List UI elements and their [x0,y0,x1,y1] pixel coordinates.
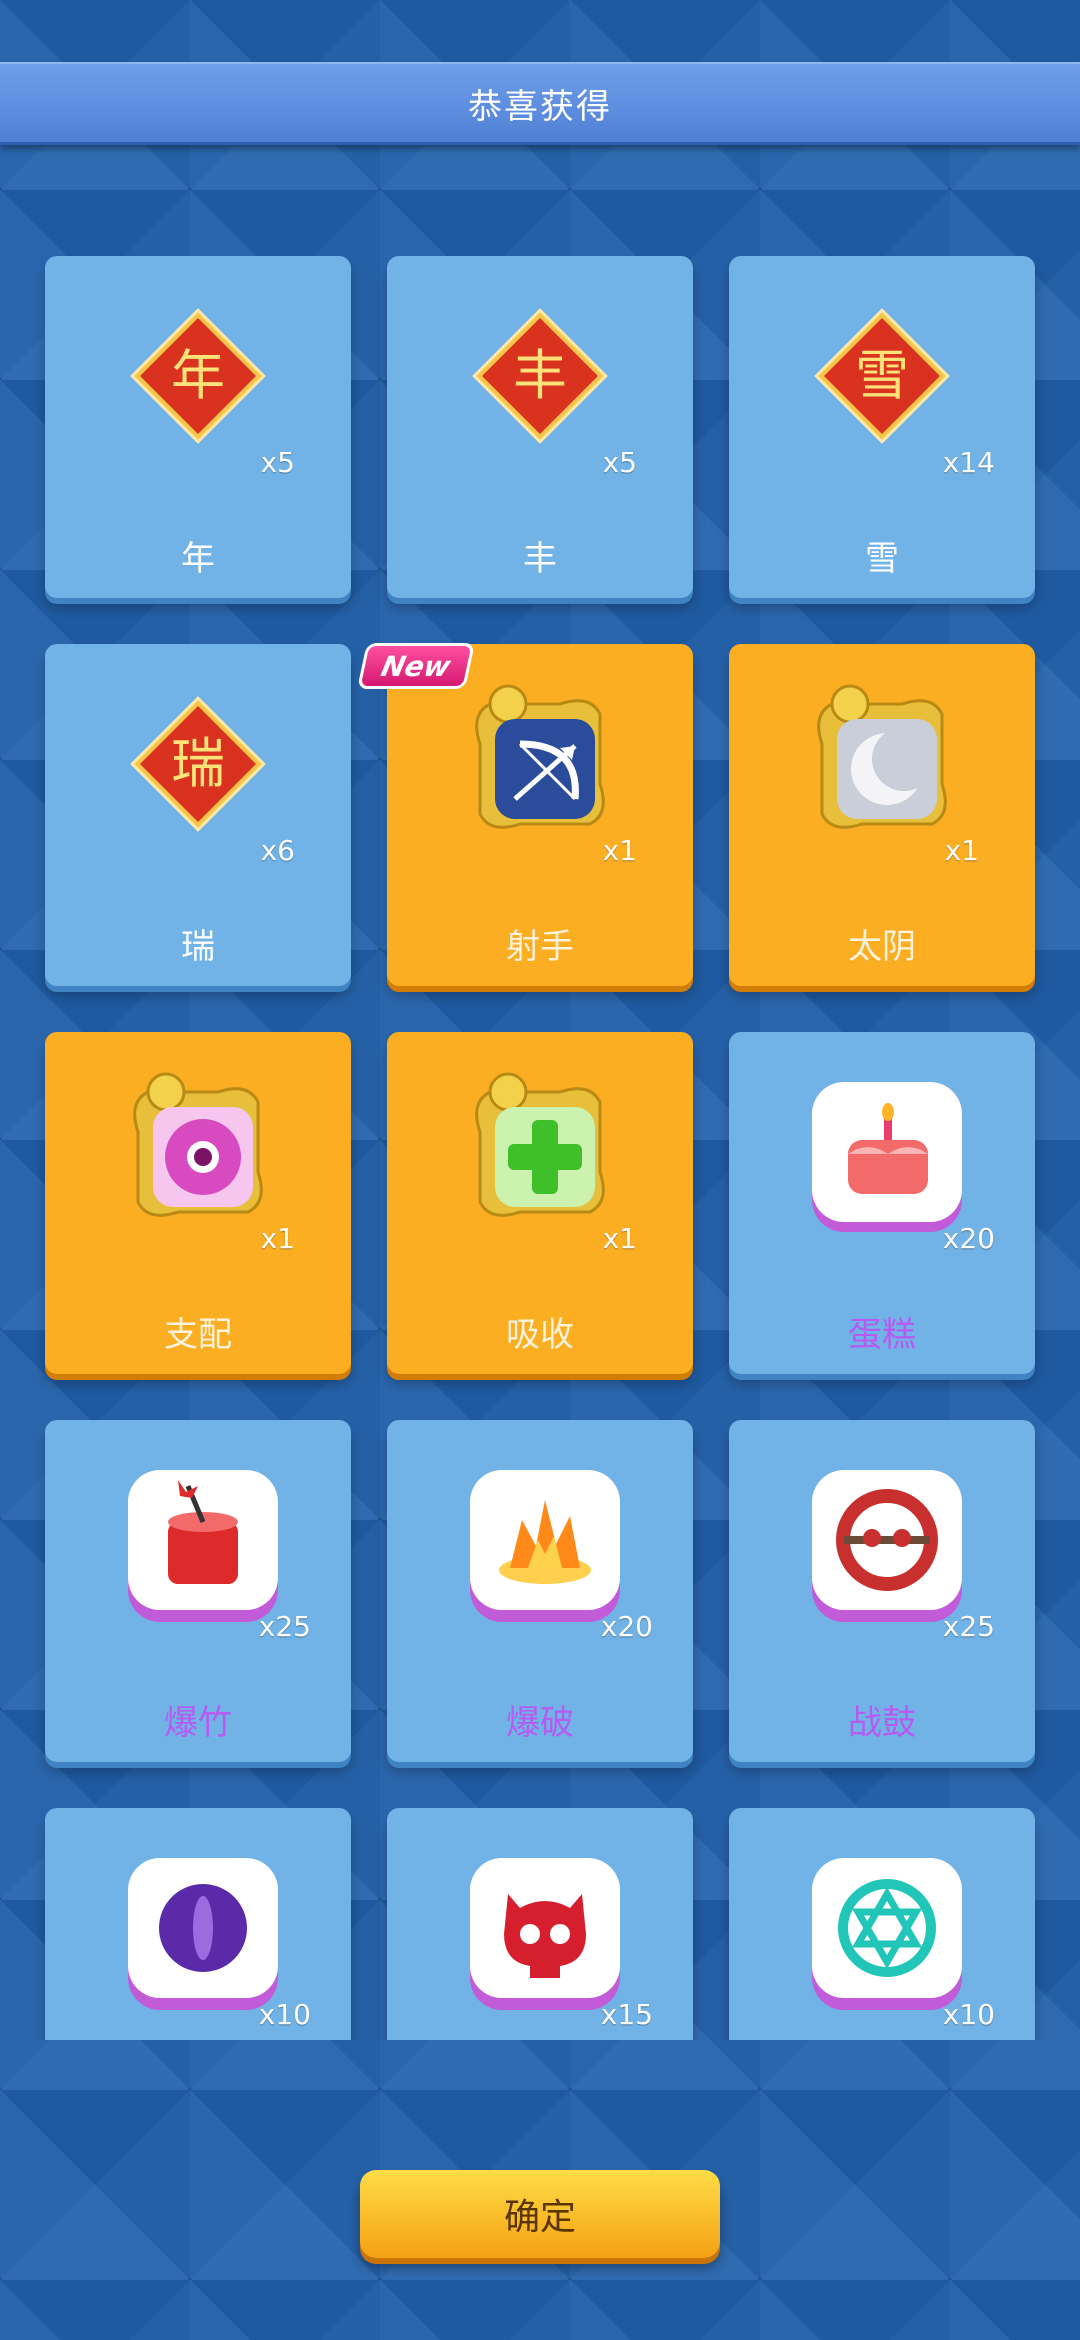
moon-icon [792,674,972,854]
reward-card-taiyin[interactable]: x1 太阴 [729,644,1035,986]
reward-card-feng[interactable]: 丰 x5 丰 [387,256,693,598]
item-quantity: x25 [258,1610,311,1643]
item-label: 射手 [506,927,574,967]
confirm-button-label: 确定 [503,2197,576,2238]
reward-card-zhangu[interactable]: x25 战鼓 [729,1420,1035,1762]
item-label: 年 [181,539,215,579]
svg-text:瑞: 瑞 [171,732,225,795]
reward-card-sheshou[interactable]: x1 射手 [387,644,693,986]
item-quantity: x1 [260,1222,295,1255]
fu-diamond-icon: 雪 [792,286,972,466]
fu-diamond-icon: 瑞 [108,674,288,854]
item-label: 支配 [164,1315,232,1355]
hexagram-icon [792,1838,972,2018]
item-quantity: x1 [602,1222,637,1255]
reward-card-zhipei[interactable]: x1 支配 [45,1032,351,1374]
item-quantity: x20 [600,1610,653,1643]
reward-card-rui[interactable]: 瑞 x6 瑞 [45,644,351,986]
reward-card-baopo[interactable]: x20 爆破 [387,1420,693,1762]
plus-icon [450,1062,630,1242]
item-label: 太阴 [848,927,916,967]
item-quantity: x1 [602,834,637,867]
explosion-icon [450,1450,630,1630]
reward-grid: 年 x5 年 丰 x5 丰 雪 x14 雪 瑞 x6 瑞 x1 射手 x1 太阴… [0,0,1080,2040]
reward-card-xue[interactable]: 雪 x14 雪 [729,256,1035,598]
eye-icon [108,1062,288,1242]
svg-text:丰: 丰 [513,344,567,407]
item-quantity: x5 [602,446,637,479]
skull-icon [450,1838,630,2018]
item-label: 蛋糕 [848,1315,916,1355]
item-quantity: x20 [942,1222,995,1255]
item-quantity: x6 [260,834,295,867]
war-drum-icon [792,1450,972,1630]
item-label: 丰 [523,539,557,579]
bow-arrow-icon [450,674,630,854]
reward-card-dangao[interactable]: x20 蛋糕 [729,1032,1035,1374]
item-quantity: x10 [942,1998,995,2031]
item-label: 战鼓 [848,1703,916,1743]
item-quantity: x15 [600,1998,653,2031]
item-label: 吸收 [506,1315,574,1355]
reward-card-xishou[interactable]: x1 吸收 [387,1032,693,1374]
item-label: 爆竹 [164,1703,232,1743]
fu-diamond-icon: 年 [108,286,288,466]
new-badge: New [357,643,475,689]
reward-card-skull[interactable]: x15 [387,1808,693,2040]
firecracker-icon [108,1450,288,1630]
confirm-button[interactable]: 确定 [360,2170,720,2258]
purple-eye-icon [108,1838,288,2018]
item-quantity: x1 [944,834,979,867]
reward-card-nian[interactable]: 年 x5 年 [45,256,351,598]
cake-icon [792,1062,972,1242]
svg-text:雪: 雪 [855,344,909,407]
item-quantity: x5 [260,446,295,479]
item-quantity: x25 [942,1610,995,1643]
item-label: 爆破 [506,1703,574,1743]
fu-diamond-icon: 丰 [450,286,630,466]
reward-card-hexagram[interactable]: x10 [729,1808,1035,2040]
reward-card-baozhu[interactable]: x25 爆竹 [45,1420,351,1762]
item-quantity: x10 [258,1998,311,2031]
item-label: 瑞 [181,927,215,967]
svg-text:年: 年 [171,344,225,407]
item-label: 雪 [865,539,899,579]
reward-card-purple-eye[interactable]: x10 [45,1808,351,2040]
item-quantity: x14 [942,446,995,479]
